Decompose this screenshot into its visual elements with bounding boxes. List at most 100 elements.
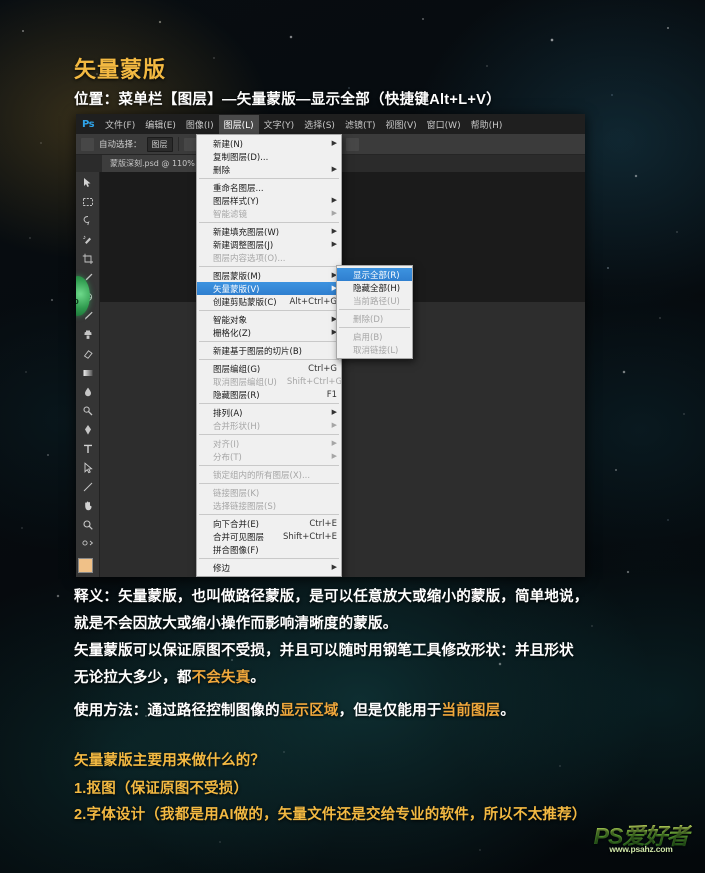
menu-item-shortcut: Ctrl+E <box>309 518 337 529</box>
pen-tool[interactable] <box>77 424 99 441</box>
menu-item-label: 当前路径(U) <box>353 296 400 307</box>
chevron-right-icon: ▶ <box>331 563 337 571</box>
definition-line-4: 无论拉大多少，都不会失真。 <box>74 665 589 692</box>
menu-separator <box>199 359 339 360</box>
definition-line-1: 释义：矢量蒙版，也叫做路径蒙版，是可以任意放大或缩小的蒙版，简单地说， <box>74 589 589 605</box>
menu-item-label: 排列(A) <box>213 408 243 419</box>
menu-separator <box>199 434 339 435</box>
usage-text-a: 使用方法：通过路径控制图像的 <box>74 703 280 719</box>
foreground-color-swatch[interactable] <box>77 558 93 573</box>
layer-menu-item[interactable]: 隐藏图层(R) F1 <box>197 388 341 401</box>
menu-view[interactable]: 视图(V) <box>380 115 421 134</box>
layer-menu-item[interactable]: 修边 ▶ <box>197 561 341 574</box>
auto-select-label: 自动选择： <box>99 140 142 150</box>
menu-item-label: 启用(B) <box>353 332 383 343</box>
layer-menu-item[interactable]: 新建(N) ▶ <box>197 137 341 150</box>
align-top-icon[interactable] <box>183 137 197 151</box>
menu-file[interactable]: 文件(F) <box>100 115 140 134</box>
edit-toolbar-icon[interactable] <box>77 538 99 555</box>
chevron-right-icon: ▶ <box>331 315 337 323</box>
definition-paragraph: 释义：矢量蒙版，也叫做路径蒙版，是可以任意放大或缩小的蒙版，简单地说， 就是不会… <box>74 584 589 692</box>
layer-menu-item: 图层内容选项(O)... <box>197 251 341 264</box>
zoom-tool[interactable] <box>77 519 99 536</box>
layer-menu-item[interactable]: 排列(A) ▶ <box>197 406 341 419</box>
layer-menu-item[interactable]: 矢量蒙版(V) ▶ <box>197 282 341 295</box>
chevron-right-icon: ▶ <box>331 196 337 204</box>
layer-menu-item[interactable]: 重命名图层... <box>197 181 341 194</box>
menu-layer[interactable]: 图层(L) <box>218 114 259 134</box>
answer-item-1: 1.抠图（保证原图不受损） <box>74 781 249 797</box>
vector-submenu-item[interactable]: 显示全部(R) <box>337 268 412 281</box>
menu-edit[interactable]: 编辑(E) <box>140 115 181 134</box>
line-tool[interactable] <box>77 481 99 498</box>
gradient-tool[interactable] <box>77 367 99 384</box>
menu-type[interactable]: 文字(Y) <box>259 115 300 134</box>
menu-item-label: 对齐(I) <box>213 439 240 450</box>
menu-filter[interactable]: 滤镜(T) <box>340 115 381 134</box>
vector-submenu-item: 当前路径(U) <box>337 294 412 307</box>
layer-menu-item[interactable]: 创建剪贴蒙版(C) Alt+Ctrl+G <box>197 295 341 308</box>
crop-tool[interactable] <box>77 253 99 270</box>
layer-menu-item: 锁定组内的所有图层(X)... <box>197 468 341 481</box>
menu-item-label: 合并形状(H) <box>213 421 261 432</box>
vector-submenu-item[interactable]: 隐藏全部(H) <box>337 281 412 294</box>
menu-separator <box>199 514 339 515</box>
layer-menu-item[interactable]: 删除 ▶ <box>197 163 341 176</box>
menu-window[interactable]: 窗口(W) <box>422 115 466 134</box>
menu-separator <box>199 341 339 342</box>
menu-item-label: 图层蒙版(M) <box>213 271 261 282</box>
layer-menu-item[interactable]: 栅格化(Z) ▶ <box>197 326 341 339</box>
hand-tool[interactable] <box>77 500 99 517</box>
layer-menu-item[interactable]: 拼合图像(F) <box>197 543 341 556</box>
clone-stamp-tool[interactable] <box>77 329 99 346</box>
layer-menu-item[interactable]: 合并可见图层 Shift+Ctrl+E <box>197 530 341 543</box>
layer-menu-item[interactable]: 复制图层(D)... <box>197 150 341 163</box>
lasso-tool[interactable] <box>77 215 99 232</box>
vector-submenu-item: 取消链接(L) <box>337 343 412 356</box>
layer-menu-item[interactable]: 图层编组(G) Ctrl+G <box>197 362 341 375</box>
vector-mask-submenu[interactable]: 显示全部(R) 隐藏全部(H) 当前路径(U) 删除(D) 启用(B) 取消链接(L) <box>336 265 413 359</box>
layer-menu-item[interactable]: 新建填充图层(W) ▶ <box>197 225 341 238</box>
layer-menu-item[interactable]: 图层样式(Y) ▶ <box>197 194 341 207</box>
distribute-spacing-icon[interactable] <box>345 137 359 151</box>
eraser-tool[interactable] <box>77 348 99 365</box>
foreground-background-color-swatch[interactable] <box>77 558 99 577</box>
auto-select-dropdown[interactable]: 图层 <box>146 136 173 152</box>
move-tool[interactable] <box>77 177 99 194</box>
move-tool-icon[interactable] <box>81 137 94 151</box>
layer-menu-item[interactable]: 新建基于图层的切片(B) <box>197 344 341 357</box>
menu-image[interactable]: 图像(I) <box>181 115 219 134</box>
horizontal-type-tool[interactable] <box>77 443 99 460</box>
menu-item-shortcut: Ctrl+G <box>308 363 337 374</box>
chevron-right-icon: ▶ <box>331 271 337 279</box>
ps-tools-panel <box>76 172 100 577</box>
ps-menubar: Ps 文件(F) 编辑(E) 图像(I) 图层(L) 文字(Y) 选择(S) 滤… <box>76 114 585 134</box>
usage-text-c: 。 <box>500 703 516 719</box>
menu-help[interactable]: 帮助(H) <box>466 115 508 134</box>
usage-paragraph: 使用方法：通过路径控制图像的显示区域，但是仅能用于当前图层。 <box>74 698 515 725</box>
ps-canvas-area[interactable] <box>100 172 585 577</box>
layer-menu-item[interactable]: 图层蒙版(M) ▶ <box>197 269 341 282</box>
menu-separator <box>339 327 410 328</box>
menu-item-label: 显示全部(R) <box>353 270 400 281</box>
definition-line-4-text: 无论拉大多少，都 <box>74 670 192 686</box>
definition-line-3: 矢量蒙版可以保证原图不受损，并且可以随时用钢笔工具修改形状：并且形状 <box>74 643 574 659</box>
blur-tool[interactable] <box>77 386 99 403</box>
menu-item-label: 取消图层编组(U) <box>213 377 277 388</box>
menu-separator <box>199 403 339 404</box>
options-divider <box>177 137 179 151</box>
layer-dropdown-menu[interactable]: 新建(N) ▶ 复制图层(D)... 删除 ▶ 重命名图层... 图层样式(Y) ▶ 智能滤镜 ▶… <box>196 134 342 577</box>
rectangular-marquee-tool[interactable] <box>77 196 99 213</box>
answer-item-2: 2.字体设计（我都是用AI做的，矢量文件还是交给专业的软件，所以不太推荐） <box>74 807 587 823</box>
menu-item-label: 智能滤镜 <box>213 209 248 220</box>
menu-item-label: 隐藏图层(R) <box>213 390 260 401</box>
quick-selection-tool[interactable] <box>77 234 99 251</box>
path-selection-tool[interactable] <box>77 462 99 479</box>
layer-menu-item[interactable]: 智能对象 ▶ <box>197 313 341 326</box>
menu-separator <box>199 483 339 484</box>
layer-menu-item[interactable]: 新建调整图层(J) ▶ <box>197 238 341 251</box>
menu-select[interactable]: 选择(S) <box>299 115 340 134</box>
layer-menu-item[interactable]: 向下合并(E) Ctrl+E <box>197 517 341 530</box>
menu-item-label: 新建(N) <box>213 139 243 150</box>
dodge-tool[interactable] <box>77 405 99 422</box>
